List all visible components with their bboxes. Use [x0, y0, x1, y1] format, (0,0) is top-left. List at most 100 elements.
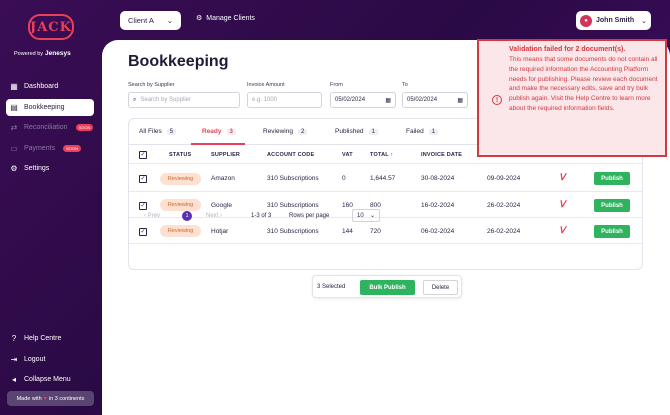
- rows-per-page-label: Rows per page: [289, 213, 330, 219]
- jack-logo: JACK: [28, 14, 74, 44]
- column-header: VAT: [342, 152, 353, 158]
- from-date-filter: From 05/02/2024 ▦: [330, 82, 396, 108]
- invoice-date-cell: 30-08-2024: [421, 175, 455, 182]
- powered-by: Powered by Jenesys: [14, 50, 71, 57]
- row-checkbox[interactable]: ✓: [139, 175, 147, 183]
- sidebar-item-dashboard[interactable]: ▦ Dashboard: [6, 78, 94, 95]
- collapse-icon: ◂: [11, 375, 16, 384]
- column-header: ACCOUNT CODE: [267, 152, 315, 158]
- sidebar-item-payments[interactable]: ▭ Payments SOON: [6, 140, 94, 157]
- sort-icon: ↑: [390, 152, 394, 158]
- tab-reviewing[interactable]: Reviewing 2: [263, 128, 308, 135]
- amount-input[interactable]: e.g. 1000: [247, 92, 322, 108]
- divider: [129, 243, 642, 244]
- vat-cell: 144: [342, 228, 353, 235]
- column-header: STATUS: [169, 152, 192, 158]
- logout-icon: ⇥: [10, 354, 18, 364]
- grid-icon: ▦: [10, 82, 18, 91]
- chevron-down-icon: ⌄: [641, 17, 647, 25]
- help-centre-link[interactable]: ? Help Centre: [6, 330, 96, 347]
- divider: [129, 191, 642, 192]
- sidebar-nav: ▦ Dashboard ▤ Bookkeeping ⇄ Reconciliati…: [6, 78, 94, 181]
- gear-icon: ⚙: [196, 15, 203, 22]
- sidebar-item-bookkeeping[interactable]: ▤ Bookkeeping: [6, 98, 94, 116]
- supplier-filter: Search by Supplier ⌕ Search by Supplier: [128, 82, 240, 108]
- to-date-filter: To 05/02/2024 ▦: [402, 82, 468, 108]
- status-badge: Reviewing: [160, 173, 201, 185]
- vat-cell: 0: [342, 175, 346, 182]
- rows-per-page-select[interactable]: 10 ⌄: [352, 209, 380, 222]
- total-cell: 720: [370, 228, 381, 235]
- select-all-checkbox[interactable]: ✓: [139, 151, 147, 159]
- collapse-menu-button[interactable]: ◂ Collapse Menu: [6, 371, 96, 388]
- validation-error-toast: ! Validation failed for 2 document(s). T…: [477, 39, 667, 157]
- vat-cell: 160: [342, 202, 353, 209]
- selected-count: 3 Selected: [317, 284, 346, 290]
- row-checkbox[interactable]: ✓: [139, 228, 147, 236]
- chevron-down-icon: ⌄: [369, 213, 375, 219]
- uploaded-cell: 26-02-2024: [487, 228, 521, 235]
- account-cell: 310 Subscriptions: [267, 228, 319, 235]
- manage-clients-link[interactable]: ⚙ Manage Clients: [196, 14, 255, 23]
- from-date-input[interactable]: 05/02/2024 ▦: [330, 92, 396, 108]
- uploaded-cell: 09-09-2024: [487, 175, 521, 182]
- tab-failed[interactable]: Failed 1: [406, 128, 439, 135]
- logout-link[interactable]: ⇥ Logout: [6, 351, 96, 368]
- sidebar-item-reconciliation[interactable]: ⇄ Reconciliation SOON: [6, 119, 94, 136]
- made-with-badge: Made with ♥ in 3 continents: [7, 391, 94, 406]
- total-cell: 800: [370, 202, 381, 209]
- publish-button[interactable]: Publish: [594, 225, 630, 238]
- toast-title: Validation failed for 2 document(s).: [509, 46, 626, 53]
- column-header: INVOICE DATE: [421, 152, 463, 158]
- client-select[interactable]: Client A ⌄: [120, 11, 181, 30]
- soon-badge: SOON: [63, 144, 81, 152]
- tab-all-files[interactable]: All Files 5: [139, 128, 177, 135]
- soon-badge: SOON: [75, 124, 94, 131]
- publish-button[interactable]: Publish: [594, 199, 630, 212]
- user-menu[interactable]: ● John Smith ⌄: [576, 11, 651, 30]
- invoice-date-cell: 06-02-2024: [421, 228, 455, 235]
- column-header-total[interactable]: TOTAL ↑: [370, 152, 393, 158]
- help-icon: ?: [11, 334, 17, 343]
- delete-button[interactable]: Delete: [423, 280, 458, 295]
- total-cell: 1,644.57: [370, 175, 396, 182]
- source-icon: ᐯ: [559, 225, 566, 235]
- sidebar-bottom-nav: ? Help Centre ⇥ Logout ◂ Collapse Menu: [6, 330, 96, 392]
- account-cell: 310 Subscriptions: [267, 202, 319, 209]
- reconcile-icon: ⇄: [10, 123, 18, 132]
- publish-button[interactable]: Publish: [594, 172, 630, 185]
- active-tab-indicator: [191, 143, 245, 145]
- column-header: SUPPLIER: [211, 152, 241, 158]
- toast-body: This means that some documents do not co…: [509, 56, 658, 112]
- bulk-actions-bar: 3 Selected Bulk Publish Delete: [312, 275, 462, 298]
- chevron-down-icon: ⌄: [166, 16, 173, 25]
- to-date-input[interactable]: 05/02/2024 ▦: [402, 92, 468, 108]
- source-icon: ᐯ: [559, 199, 566, 209]
- calendar-icon: ▦: [457, 97, 463, 104]
- heart-icon: ♥: [43, 395, 47, 402]
- tab-published[interactable]: Published 1: [335, 128, 378, 135]
- page-range: 1-3 of 3: [251, 213, 272, 219]
- page-title: Bookkeeping: [128, 53, 229, 70]
- ledger-icon: ▤: [10, 102, 18, 112]
- account-cell: 310 Subscriptions: [267, 175, 319, 182]
- bulk-publish-button[interactable]: Bulk Publish: [360, 280, 415, 295]
- sidebar: JACK Powered by Jenesys ▦ Dashboard ▤ Bo…: [0, 0, 100, 415]
- page-number-current[interactable]: 1: [182, 211, 192, 221]
- supplier-cell: Amazon: [211, 175, 235, 182]
- uploaded-cell: 26-02-2024: [487, 202, 521, 209]
- prev-page-button[interactable]: ‹ Prev: [144, 213, 160, 219]
- sidebar-item-settings[interactable]: ⚙ Settings: [6, 160, 94, 177]
- tab-ready[interactable]: Ready 3: [202, 128, 236, 135]
- calendar-icon: ▦: [385, 97, 391, 104]
- supplier-cell: Hotjar: [211, 228, 229, 235]
- supplier-cell: Google: [211, 202, 232, 209]
- alert-icon: !: [492, 95, 502, 105]
- invoice-date-cell: 16-02-2024: [421, 202, 455, 209]
- avatar: ●: [580, 14, 592, 27]
- supplier-search-input[interactable]: ⌕ Search by Supplier: [128, 92, 240, 108]
- status-badge: Reviewing: [160, 225, 201, 237]
- gear-icon: ⚙: [10, 164, 18, 173]
- row-checkbox[interactable]: ✓: [139, 202, 147, 210]
- next-page-button[interactable]: Next ›: [206, 213, 222, 219]
